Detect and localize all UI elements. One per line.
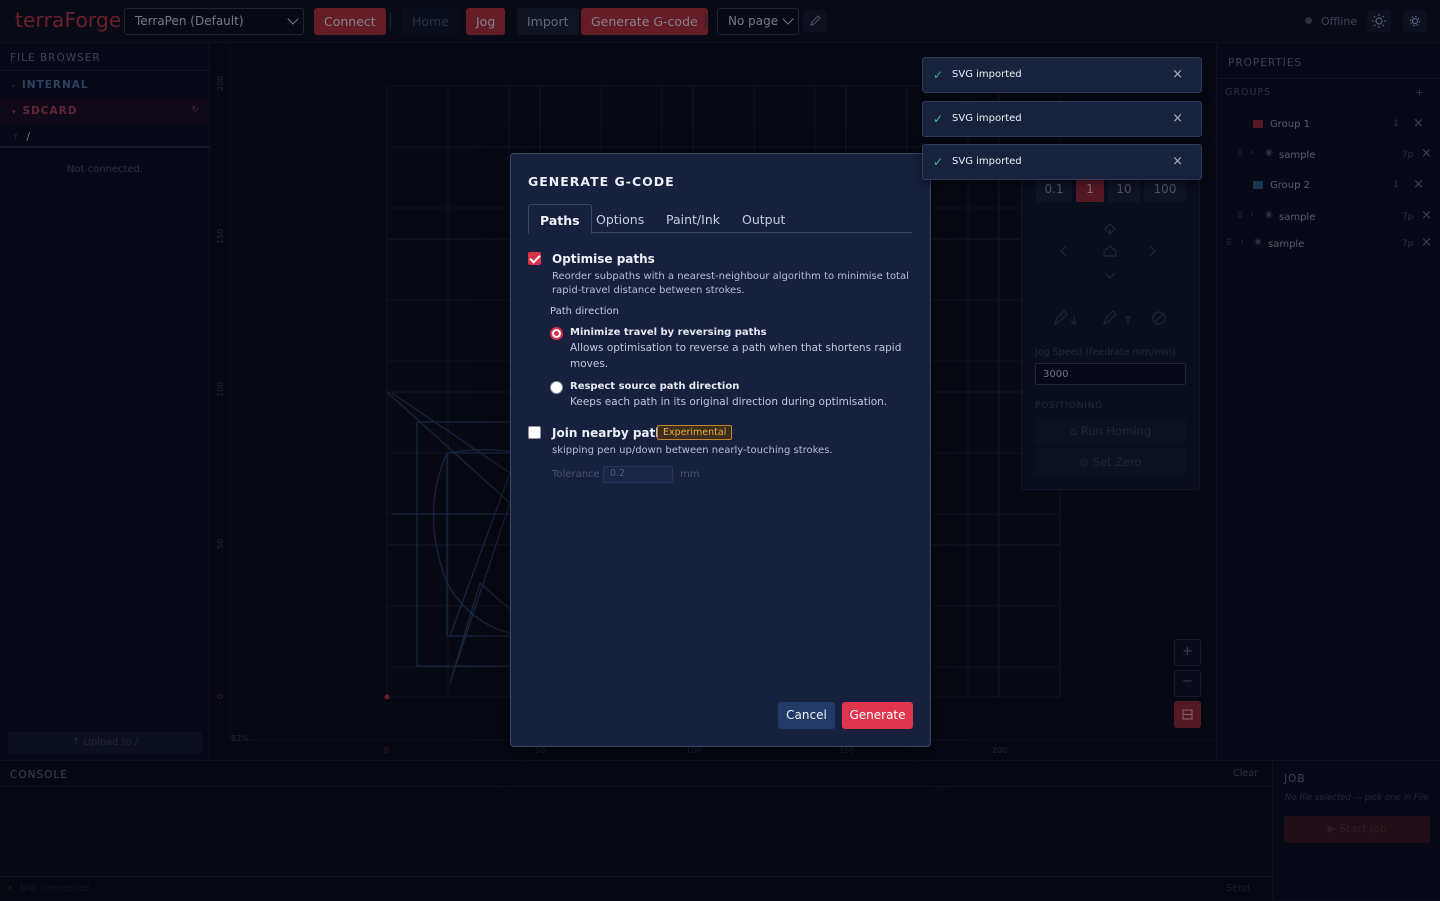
toast-notification: ✓ SVG imported × [922,101,1202,137]
toast-message: SVG imported [952,69,1022,80]
checkmark-icon: ✓ [933,112,944,126]
tolerance-unit: mm [680,469,700,480]
close-icon[interactable]: × [1172,67,1183,82]
optimise-paths-checkbox[interactable] [528,252,541,265]
respect-direction-desc: Keeps each path in its original directio… [570,396,888,408]
toast-message: SVG imported [952,156,1022,167]
toast-notification: ✓ SVG imported × [922,144,1202,180]
minimize-travel-radio[interactable] [550,327,563,340]
dialog-tabs: Paths Options Paint/Ink Output [528,204,912,234]
tolerance-label: Tolerance [552,469,600,480]
generate-button[interactable]: Generate [842,702,913,729]
tab-paint-ink[interactable]: Paint/Ink [655,204,731,233]
tab-paths[interactable]: Paths [528,204,592,234]
join-nearby-checkbox[interactable] [528,426,541,439]
tab-output[interactable]: Output [731,204,796,233]
checkmark-icon: ✓ [933,68,944,82]
minimize-travel-desc: Allows optimisation to reverse a path wh… [570,342,902,370]
join-nearby-desc: skipping pen up/down between nearly-touc… [552,445,833,456]
minimize-travel-label: Minimize travel by reversing paths [570,327,767,338]
path-direction-label: Path direction [550,306,619,317]
close-icon[interactable]: × [1172,111,1183,126]
optimise-paths-desc: Reorder subpaths with a nearest-neighbou… [552,271,909,296]
toast-notification: ✓ SVG imported × [922,57,1202,93]
respect-direction-label: Respect source path direction [570,381,740,392]
tolerance-input[interactable]: 0.2 [603,466,673,483]
generate-gcode-dialog: GENERATE G-CODE Paths Options Paint/Ink … [510,153,931,747]
toast-message: SVG imported [952,113,1022,124]
close-icon[interactable]: × [1172,154,1183,169]
cancel-button[interactable]: Cancel [778,702,835,729]
dialog-title: GENERATE G-CODE [528,174,675,189]
join-nearby-label: Join nearby paths [552,426,671,440]
tab-options[interactable]: Options [585,204,655,233]
optimise-paths-label: Optimise paths [552,252,655,266]
checkmark-icon: ✓ [933,155,944,169]
experimental-badge: Experimental [657,425,733,440]
respect-direction-radio[interactable] [550,381,563,394]
